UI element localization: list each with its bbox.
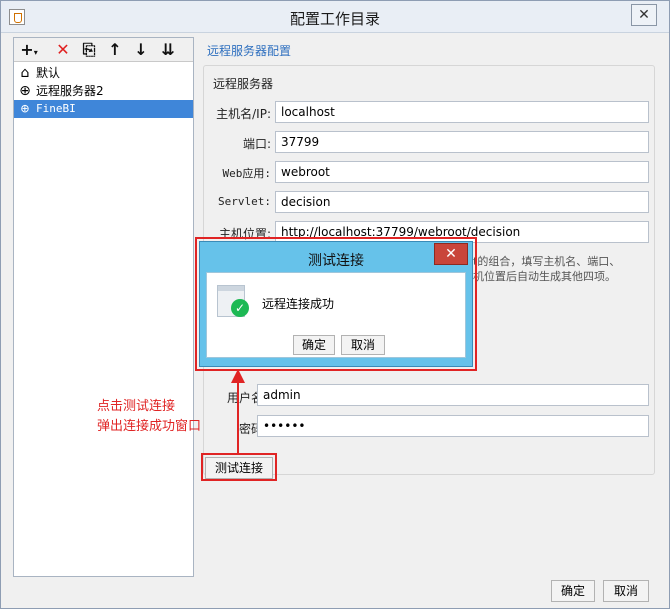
workdir-toolbar: +▾ ✕ ⎘ ↑ ↓ ⇊ <box>14 38 193 62</box>
config-workdir-window: 配置工作目录 ✕ +▾ ✕ ⎘ ↑ ↓ ⇊ ⌂ 默认 ⊕ 远程服务器2 ⊕ Fi… <box>0 0 670 609</box>
section-title: 远程服务器配置 <box>207 44 292 58</box>
window-title: 配置工作目录 <box>289 10 380 28</box>
tree-item-remote-server-2[interactable]: ⊕ 远程服务器2 <box>14 82 193 100</box>
workdir-list-panel: +▾ ✕ ⎘ ↑ ↓ ⇊ ⌂ 默认 ⊕ 远程服务器2 ⊕ FineBI <box>13 37 194 577</box>
plus-icon: + <box>20 40 34 59</box>
workdir-tree: ⌂ 默认 ⊕ 远程服务器2 ⊕ FineBI <box>14 64 193 118</box>
tree-item-label: 默认 <box>36 66 61 80</box>
copy-icon: ⎘ <box>82 40 96 59</box>
home-icon: ⌂ <box>20 65 30 81</box>
annotation-line-1: 点击测试连接 <box>97 399 176 414</box>
annotation-arrow-line <box>237 383 239 455</box>
dialog-body: ✓ 远程连接成功 确定 取消 <box>206 272 466 358</box>
ok-button[interactable]: 确定 <box>551 580 595 602</box>
add-button[interactable]: +▾ <box>18 39 40 61</box>
host-input[interactable]: localhost <box>275 101 649 123</box>
delete-button[interactable]: ✕ <box>52 39 74 61</box>
servlet-label: Servlet: <box>218 195 271 208</box>
success-check-icon: ✓ <box>231 299 249 317</box>
webapp-input[interactable]: webroot <box>275 161 649 183</box>
annotation-arrow-head <box>231 369 245 383</box>
delete-icon: ✕ <box>56 40 70 59</box>
tree-item-label: 远程服务器2 <box>36 84 104 98</box>
cancel-button[interactable]: 取消 <box>603 580 649 602</box>
globe-icon: ⊕ <box>19 83 31 99</box>
config-hint: t的组合，填写主机名、端口、 机位置后自动生成其他四项。 <box>473 254 620 284</box>
hint-line-1: t的组合，填写主机名、端口、 <box>473 255 621 268</box>
webapp-label: Web应用: <box>222 167 272 180</box>
tree-item-default[interactable]: ⌂ 默认 <box>14 64 193 82</box>
move-down-button[interactable]: ↓ <box>130 39 152 61</box>
port-input[interactable]: 37799 <box>275 131 649 153</box>
sort-down-icon: ⇊ <box>161 40 175 59</box>
group-title: 远程服务器 <box>213 77 274 91</box>
username-input[interactable]: admin <box>257 384 649 406</box>
dialog-ok-button[interactable]: 确定 <box>293 335 335 355</box>
chevron-down-icon: ▾ <box>33 48 38 57</box>
copy-button[interactable]: ⎘ <box>78 39 100 61</box>
hint-line-2: 机位置后自动生成其他四项。 <box>473 270 616 283</box>
host-label: 主机名/IP: <box>216 107 271 121</box>
dialog-message: 远程连接成功 <box>262 297 335 311</box>
annotation-line-2: 弹出连接成功窗口 <box>97 419 202 434</box>
servlet-input[interactable]: decision <box>275 191 649 213</box>
password-input[interactable]: •••••• <box>257 415 649 437</box>
arrow-up-icon: ↑ <box>108 40 122 59</box>
move-up-button[interactable]: ↑ <box>104 39 126 61</box>
dialog-cancel-button[interactable]: 取消 <box>341 335 385 355</box>
test-connection-button[interactable]: 测试连接 <box>205 457 273 479</box>
title-bar[interactable]: 配置工作目录 ✕ <box>1 1 669 33</box>
annotation-text: 点击测试连接 弹出连接成功窗口 <box>97 397 201 437</box>
port-label: 端口: <box>242 137 271 151</box>
window-close-button[interactable]: ✕ <box>631 4 657 26</box>
dialog-close-button[interactable]: ✕ <box>434 243 468 265</box>
test-connection-dialog: 测试连接 ✕ ✓ 远程连接成功 确定 取消 <box>199 241 473 367</box>
sort-button[interactable]: ⇊ <box>157 39 179 61</box>
tree-item-finebi[interactable]: ⊕ FineBI <box>14 100 193 118</box>
globe-icon: ⊕ <box>20 101 30 117</box>
dialog-title: 测试连接 <box>308 253 364 269</box>
tree-item-label: FineBI <box>36 102 76 115</box>
arrow-down-icon: ↓ <box>134 40 148 59</box>
